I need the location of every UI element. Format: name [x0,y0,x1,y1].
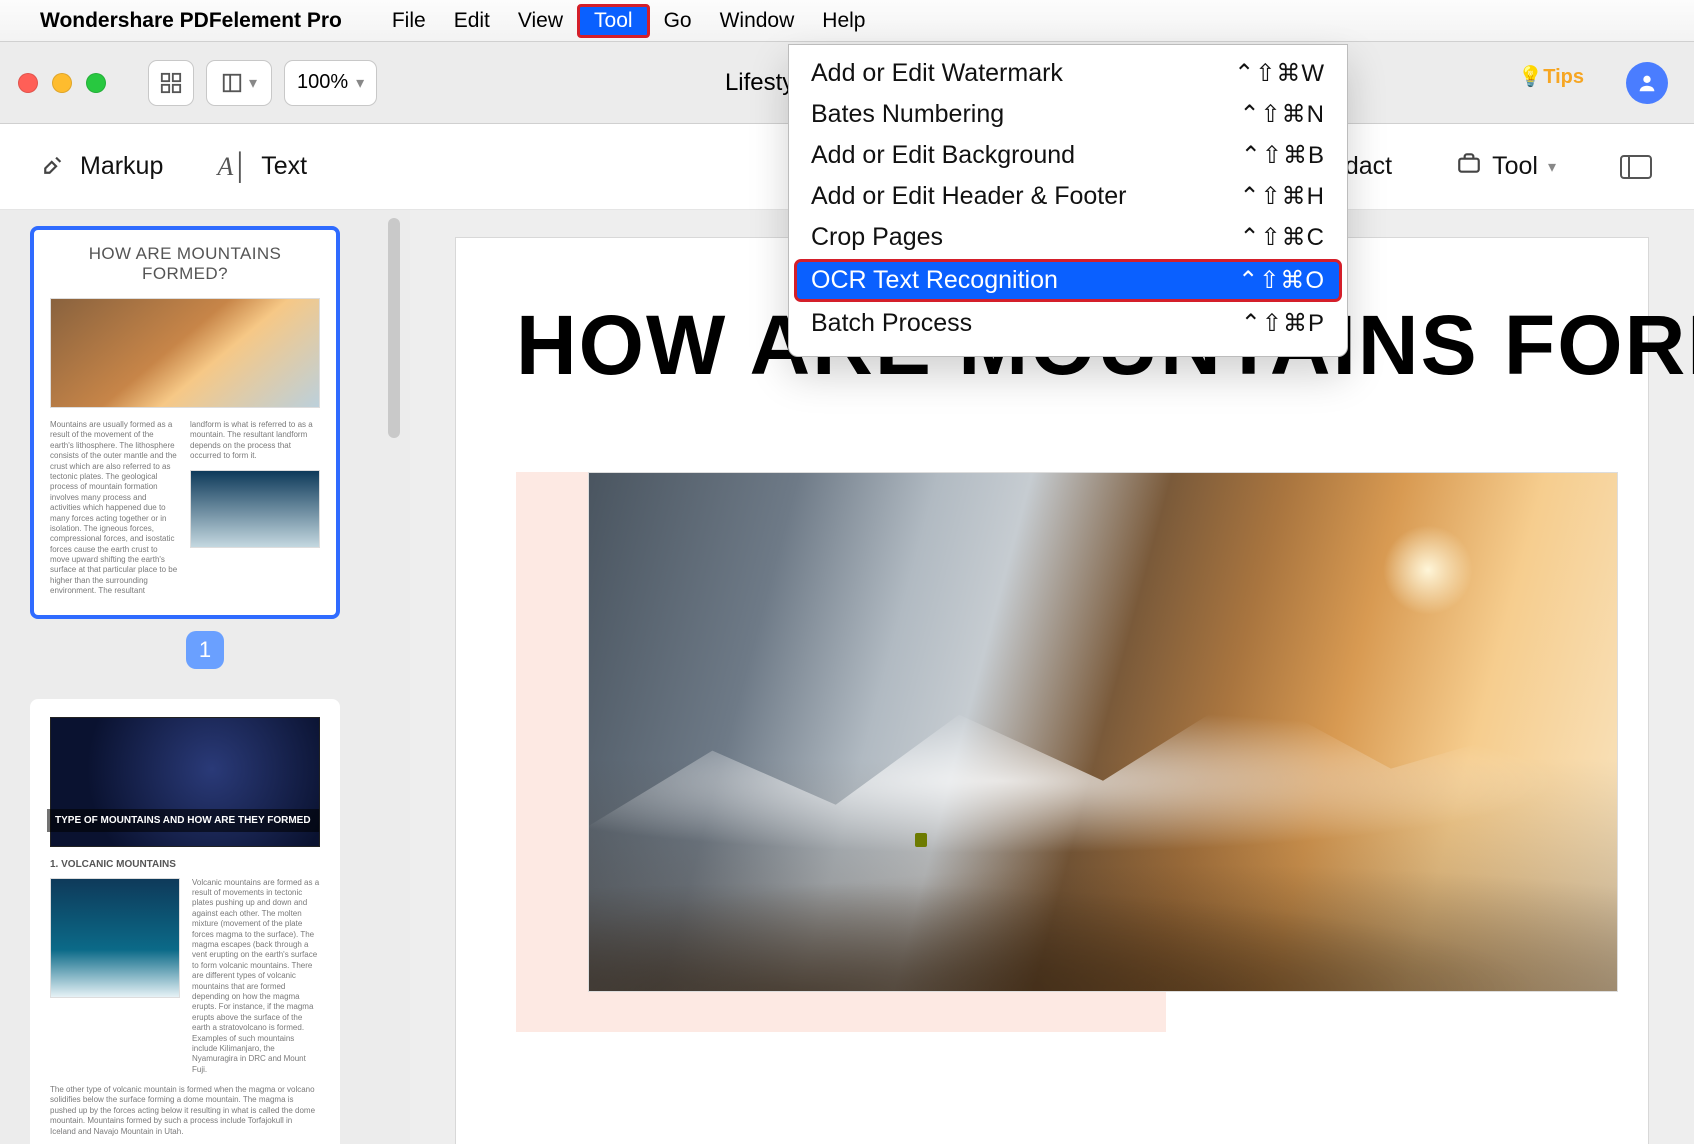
hero-image [588,472,1618,992]
thumbnails-toggle-button[interactable] [148,60,194,106]
menu-item-crop[interactable]: Crop Pages ⌃⇧⌘C [789,217,1347,258]
grid-icon [160,72,182,94]
thumb1-hero-image [50,298,320,408]
menubar-item-help[interactable]: Help [808,6,879,36]
close-window-button[interactable] [18,73,38,93]
menubar-item-edit[interactable]: Edit [440,6,504,36]
toolbar-label: Markup [80,152,163,181]
menu-item-header-footer[interactable]: Add or Edit Header & Footer ⌃⇧⌘H [789,176,1347,217]
sun-glow [1383,525,1473,615]
menu-item-label: Crop Pages [811,223,943,252]
zoom-value: 100% [297,71,348,94]
hero-figure [516,472,1588,992]
chevron-down-icon: ▾ [356,73,364,93]
page-thumbnail-2[interactable]: TYPE OF MOUNTAINS AND HOW ARE THEY FORME… [30,699,340,1144]
toolbar-markup-button[interactable]: Markup [42,150,163,183]
page-layout-icon [221,72,243,94]
mountain-snow [589,691,1617,991]
traffic-lights [18,73,106,93]
menubar-item-file[interactable]: File [378,6,440,36]
menu-item-shortcut: ⌃⇧⌘O [1238,266,1325,295]
menu-item-batch[interactable]: Batch Process ⌃⇧⌘P [789,303,1347,344]
thumb-page-number-1: 1 [186,631,224,669]
app-name[interactable]: Wondershare PDFelement Pro [40,9,342,33]
marker-speck [915,833,927,847]
fullscreen-window-button[interactable] [86,73,106,93]
menubar-item-go[interactable]: Go [650,6,706,36]
tips-label: Tips [1543,66,1584,88]
menu-item-shortcut: ⌃⇧⌘N [1239,100,1325,129]
menu-item-background[interactable]: Add or Edit Background ⌃⇧⌘B [789,135,1347,176]
toolbar-label: Tool [1492,152,1538,181]
menu-item-label: Batch Process [811,309,972,338]
thumb2-caption: TYPE OF MOUNTAINS AND HOW ARE THEY FORME… [47,809,319,832]
user-avatar-button[interactable] [1626,62,1668,104]
tips-watermark: 💡Tips [1518,64,1584,89]
menu-item-label: Add or Edit Background [811,141,1075,170]
toggle-right-panel-button[interactable] [1620,155,1652,179]
menu-item-shortcut: ⌃⇧⌘C [1239,223,1325,252]
user-icon [1636,72,1658,94]
thumb2-body-text: Volcanic mountains are formed as a resul… [192,878,320,1075]
thumb2-footer-text: The other type of volcanic mountain is f… [50,1085,320,1137]
highlighter-icon [42,150,68,183]
toolbox-icon [1456,150,1482,183]
thumb1-left-text: Mountains are usually formed as a result… [50,420,178,597]
menu-item-shortcut: ⌃⇧⌘H [1239,182,1325,211]
menu-item-watermark[interactable]: Add or Edit Watermark ⌃⇧⌘W [789,53,1347,94]
view-mode-button[interactable]: ▾ [206,60,272,106]
thumb1-secondary-image [190,470,320,548]
toolbar-text-button[interactable]: A│ Text [217,152,307,182]
tool-menu-dropdown: Add or Edit Watermark ⌃⇧⌘W Bates Numberi… [788,44,1348,357]
toolbar-tool-button[interactable]: Tool ▾ [1446,144,1566,189]
text-cursor-icon: A│ [217,152,249,182]
menu-item-label: OCR Text Recognition [811,266,1058,295]
menubar-item-view[interactable]: View [504,6,577,36]
zoom-select[interactable]: 100% ▾ [284,60,377,106]
menu-item-shortcut: ⌃⇧⌘W [1234,59,1325,88]
thumbnail-sidebar: HOW ARE MOUNTAINS FORMED? Mountains are … [0,210,410,1144]
menubar-item-window[interactable]: Window [706,6,809,36]
chevron-down-icon: ▾ [249,73,257,93]
thumb1-heading: HOW ARE MOUNTAINS FORMED? [50,244,320,284]
thumb2-section-title: 1. VOLCANIC MOUNTAINS [50,859,320,870]
menubar-item-tool[interactable]: Tool [577,4,650,38]
minimize-window-button[interactable] [52,73,72,93]
thumb1-right-text: landform is what is referred to as a mou… [190,420,320,462]
menu-item-ocr[interactable]: OCR Text Recognition ⌃⇧⌘O [795,260,1341,301]
menu-item-bates[interactable]: Bates Numbering ⌃⇧⌘N [789,94,1347,135]
menu-item-label: Bates Numbering [811,100,1004,129]
toolbar-label: Text [261,152,307,181]
document-page: 123 HOW ARE MOUNTAINS FORMED? [456,238,1648,1144]
mac-menubar: Wondershare PDFelement Pro File Edit Vie… [0,0,1694,42]
menu-item-shortcut: ⌃⇧⌘B [1241,141,1325,170]
menu-item-label: Add or Edit Watermark [811,59,1063,88]
page-thumbnail-1[interactable]: HOW ARE MOUNTAINS FORMED? Mountains are … [30,226,340,619]
menu-item-label: Add or Edit Header & Footer [811,182,1126,211]
menu-item-shortcut: ⌃⇧⌘P [1241,309,1325,338]
chevron-down-icon: ▾ [1548,157,1556,177]
sidebar-scrollbar[interactable] [388,218,400,438]
thumb2-secondary-image [50,878,180,998]
thumb2-hero-image: TYPE OF MOUNTAINS AND HOW ARE THEY FORME… [50,717,320,847]
